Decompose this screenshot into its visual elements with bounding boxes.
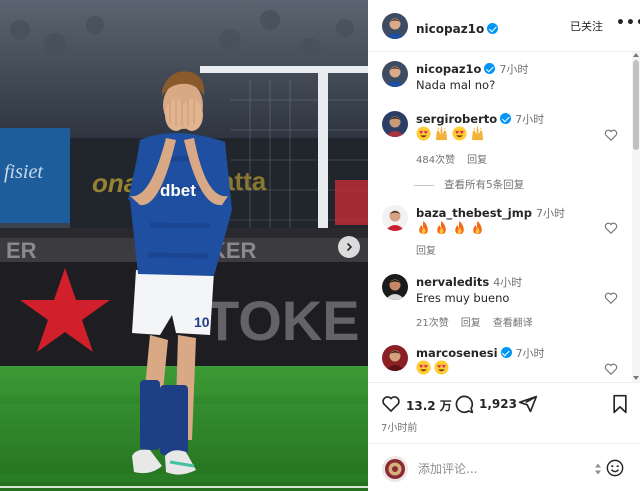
- comment-username[interactable]: nervaledits: [416, 275, 489, 289]
- comment-meta: 484次赞 回复: [416, 151, 499, 166]
- comment-text: Nada mal no?: [416, 78, 496, 92]
- comment-time[interactable]: 7小时: [499, 63, 528, 76]
- next-image-button[interactable]: [338, 236, 360, 258]
- comments-scrollbar[interactable]: [632, 52, 640, 382]
- post-header: nicopaz1o 已关注 •••: [368, 0, 640, 52]
- comment-composer: [368, 443, 640, 491]
- avatar[interactable]: [382, 111, 408, 137]
- comment-emojis: [416, 220, 488, 235]
- comment-likes[interactable]: 21次赞: [416, 318, 449, 329]
- heart-eyes-emoji-icon: [416, 360, 431, 375]
- scroll-thumb[interactable]: [633, 60, 639, 150]
- send-icon[interactable]: [518, 394, 538, 414]
- comment-username[interactable]: sergiroberto: [416, 112, 497, 126]
- avatar[interactable]: [382, 61, 408, 87]
- svg-text:fisiet: fisiet: [4, 161, 43, 183]
- comment-input[interactable]: [418, 460, 588, 478]
- reply-button[interactable]: 回复: [467, 155, 487, 166]
- scroll-up-arrow-icon[interactable]: [633, 53, 639, 57]
- svg-text:dbet: dbet: [160, 181, 196, 200]
- post-photo: fisiet ona atta ER KER TOKE 10 dbet: [0, 0, 368, 491]
- list-item: sergiroberto 7小时: [416, 111, 544, 127]
- svg-text:TOKE: TOKE: [205, 289, 360, 352]
- comment-time[interactable]: 7小时: [536, 207, 565, 220]
- more-options-icon[interactable]: •••: [616, 15, 640, 31]
- svg-text:10: 10: [194, 314, 210, 330]
- post-actions: 13.2 万 1,923 7小时前: [368, 382, 640, 442]
- raised-hands-emoji-icon: [471, 126, 484, 141]
- post-author[interactable]: nicopaz1o: [416, 18, 499, 37]
- reply-button[interactable]: 回复: [461, 318, 481, 329]
- avatar: [382, 456, 408, 482]
- raised-hands-emoji-icon: [435, 126, 448, 141]
- fire-emoji-icon: [419, 220, 428, 235]
- comment-username[interactable]: baza_thebest_jmp: [416, 206, 532, 220]
- verified-badge-icon: [500, 347, 512, 358]
- fire-emoji-icon: [473, 220, 482, 235]
- chevron-right-icon: [346, 242, 353, 252]
- scroll-down-arrow-icon[interactable]: [633, 376, 639, 380]
- svg-text:ER: ER: [6, 238, 37, 263]
- author-username[interactable]: nicopaz1o: [416, 22, 484, 36]
- likes-count[interactable]: 13.2 万: [406, 397, 452, 414]
- verified-badge-icon: [500, 113, 512, 124]
- post-side-panel: nicopaz1o 已关注 ••• nicopaz1o 7小时 Nada mal …: [368, 0, 640, 491]
- verified-badge-icon: [484, 63, 496, 74]
- fire-emoji-icon: [455, 220, 464, 235]
- comments-count[interactable]: 1,923: [479, 397, 517, 411]
- see-translation-button[interactable]: 查看翻译: [493, 318, 533, 329]
- fire-emoji-icon: [437, 220, 446, 235]
- post-timestamp: 7小时前: [381, 423, 418, 434]
- list-item: nervaledits 4小时: [416, 274, 522, 290]
- heart-icon[interactable]: [381, 394, 401, 414]
- comment-likes[interactable]: 484次赞: [416, 155, 455, 166]
- reply-button[interactable]: 回复: [416, 246, 436, 257]
- comment-heart-icon[interactable]: [604, 362, 618, 376]
- post-image: fisiet ona atta ER KER TOKE 10 dbet: [0, 0, 368, 491]
- comment-heart-icon[interactable]: [604, 291, 618, 305]
- heart-eyes-emoji-icon: [416, 126, 431, 141]
- comment-heart-icon[interactable]: [604, 128, 618, 142]
- comment-emojis: [416, 126, 488, 141]
- list-item: marcosenesi 7小时: [416, 345, 545, 361]
- follow-button[interactable]: 已关注: [570, 18, 603, 34]
- comments-list: nicopaz1o 7小时 Nada mal no? sergiroberto 7小…: [368, 52, 632, 382]
- comment-meta: 回复: [416, 242, 448, 257]
- heart-eyes-emoji-icon: [434, 360, 449, 375]
- list-item: nicopaz1o 7小时: [416, 61, 528, 77]
- list-item: baza_thebest_jmp 7小时: [416, 205, 565, 221]
- avatar[interactable]: [382, 345, 408, 371]
- heart-eyes-emoji-icon: [452, 126, 467, 141]
- verified-badge-icon: [487, 23, 499, 34]
- comment-bubble-icon[interactable]: [454, 394, 474, 414]
- comment-text: Eres muy bueno: [416, 291, 510, 305]
- comment-time[interactable]: 7小时: [515, 113, 544, 126]
- avatar[interactable]: [382, 13, 408, 39]
- comment-time[interactable]: 7小时: [516, 347, 545, 360]
- bookmark-icon[interactable]: [611, 394, 629, 414]
- avatar[interactable]: [382, 205, 408, 231]
- comment-meta: 21次赞 回复 查看翻译: [416, 314, 545, 329]
- scroll-arrows-icon[interactable]: [595, 463, 601, 475]
- view-replies-button[interactable]: 查看所有5条回复: [414, 177, 524, 192]
- comment-emojis: [416, 360, 452, 375]
- comment-username[interactable]: nicopaz1o: [416, 62, 481, 76]
- smiley-icon[interactable]: [606, 459, 624, 477]
- comment-time[interactable]: 4小时: [493, 276, 522, 289]
- comment-username[interactable]: marcosenesi: [416, 346, 498, 360]
- comment-heart-icon[interactable]: [604, 221, 618, 235]
- avatar[interactable]: [382, 274, 408, 300]
